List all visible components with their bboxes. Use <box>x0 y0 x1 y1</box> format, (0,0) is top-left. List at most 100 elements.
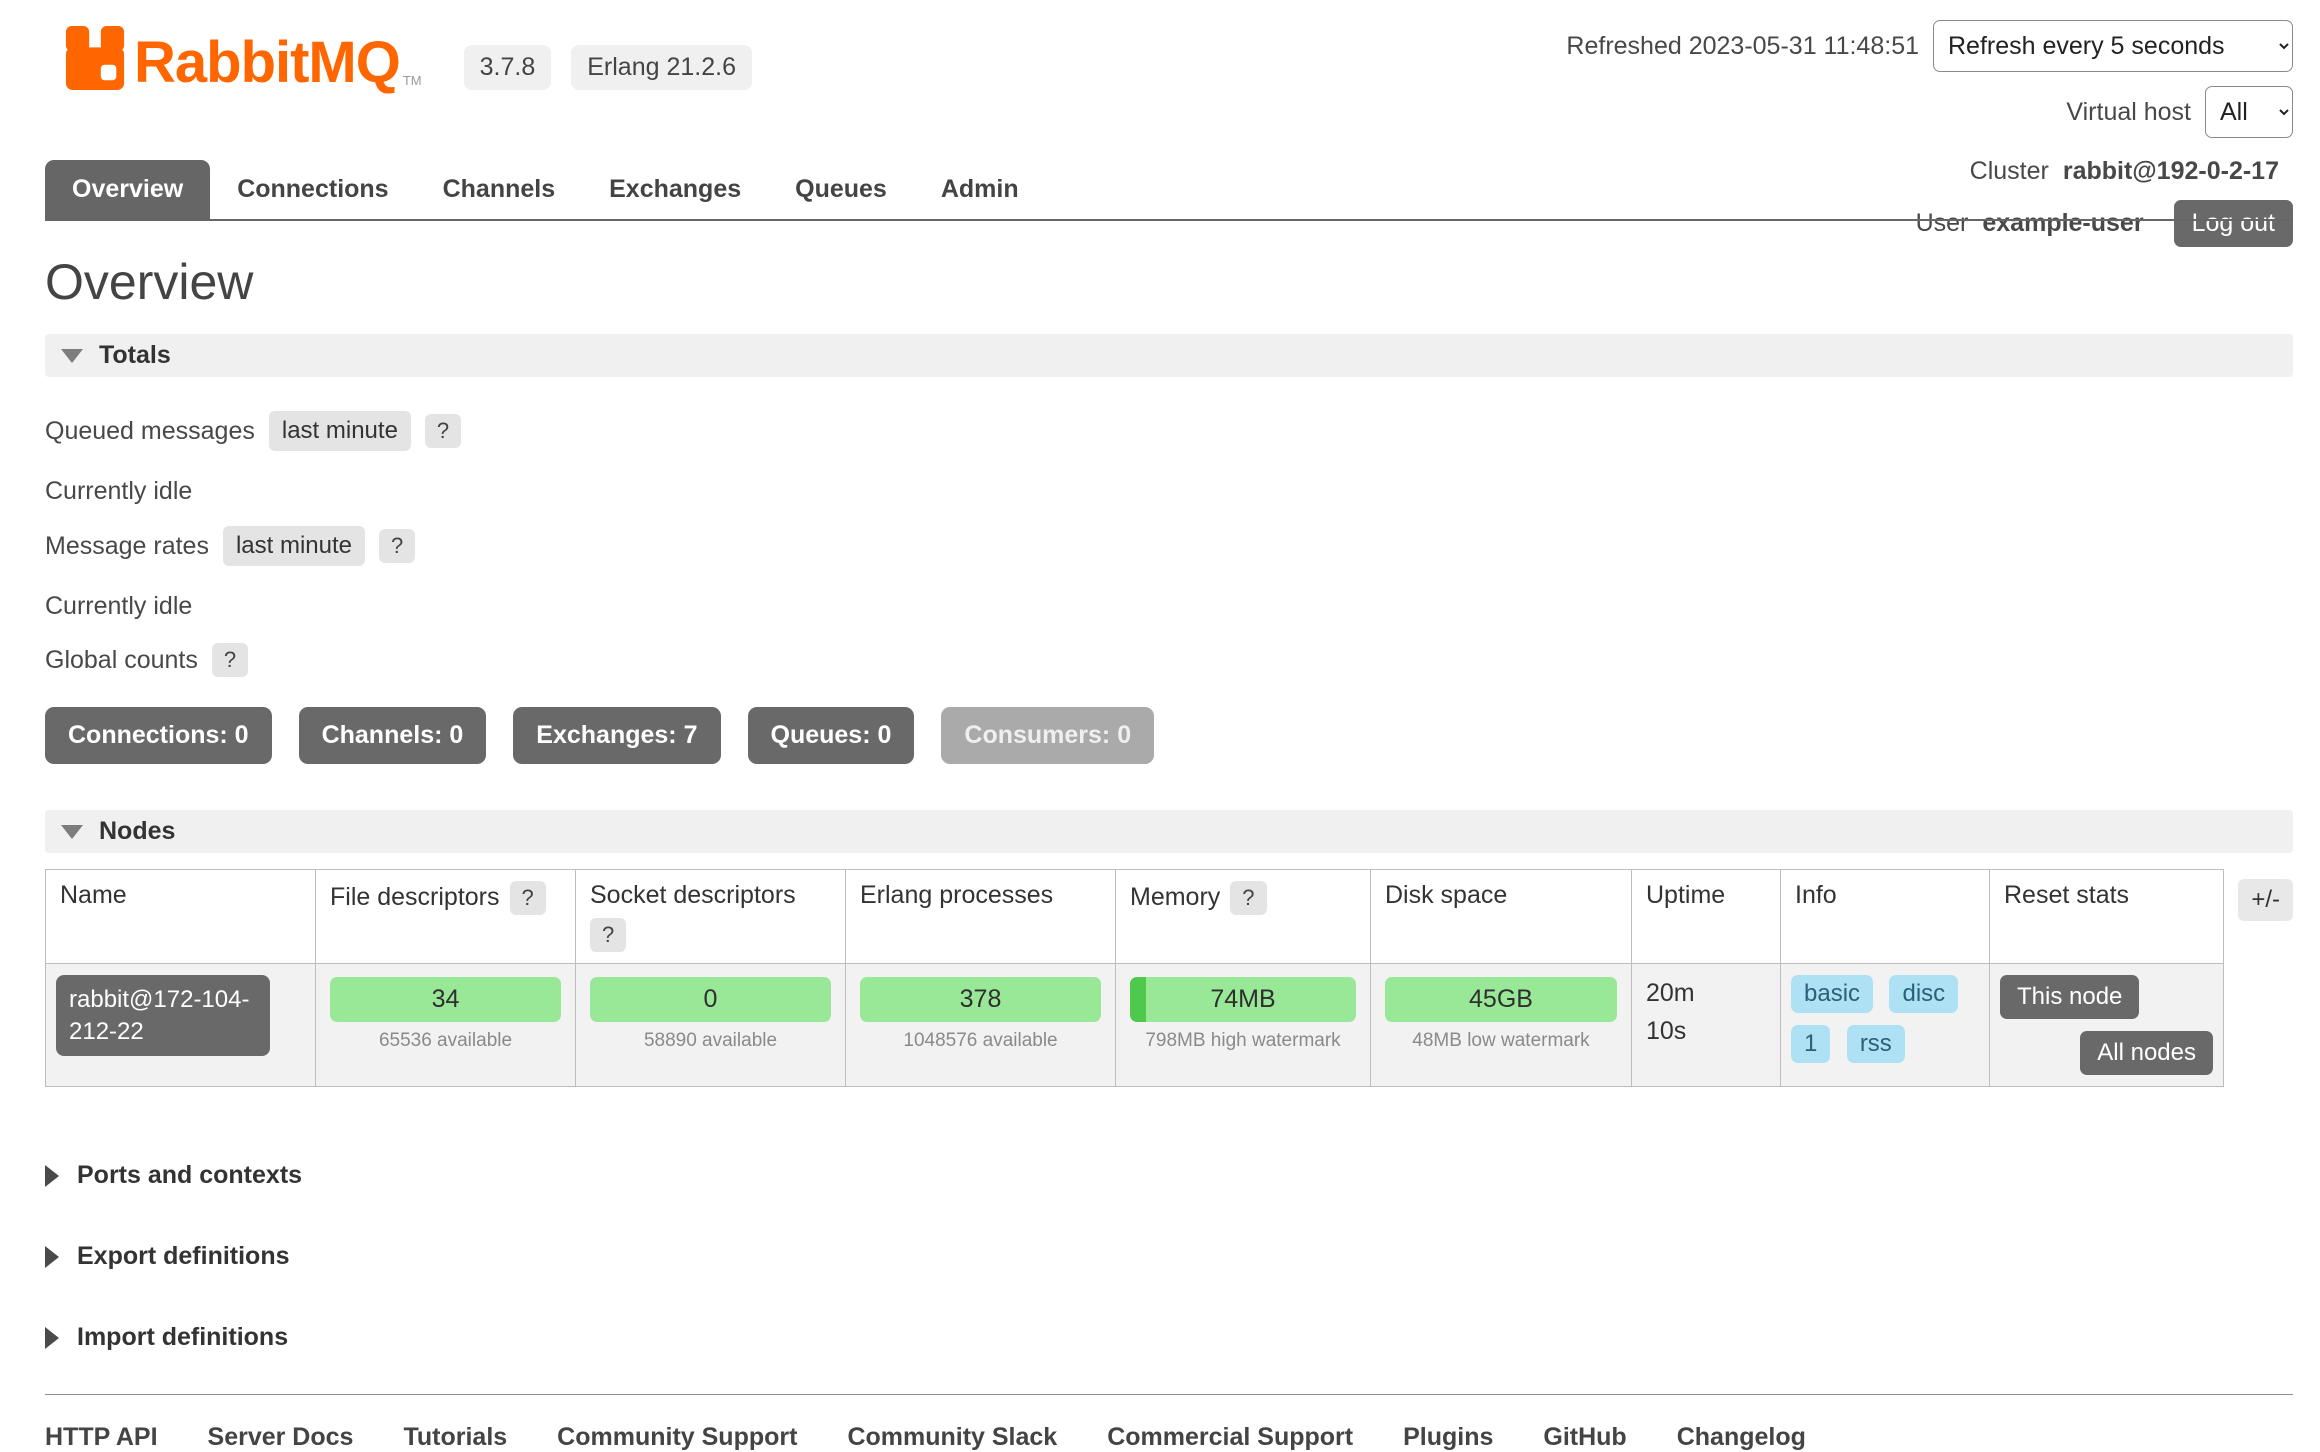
erlang-processes-note: 1048576 available <box>856 1030 1105 1052</box>
uptime-cell: 20m 10s <box>1632 964 1781 1087</box>
refresh-interval-select[interactable]: Refresh every 5 seconds <box>1933 20 2293 72</box>
col-header-disk-space: Disk space <box>1371 870 1632 964</box>
expand-arrow-icon[interactable] <box>45 1246 59 1268</box>
connections-count-badge: Connections: 0 <box>45 707 272 764</box>
message-rates-label: Message rates <box>45 532 209 561</box>
footer-link-github[interactable]: GitHub <box>1543 1423 1626 1452</box>
socket-descriptors-bar: 0 <box>590 977 831 1022</box>
socket-descriptors-note: 58890 available <box>586 1030 835 1052</box>
memory-help-icon[interactable]: ? <box>1230 881 1266 915</box>
col-header-uptime: Uptime <box>1632 870 1781 964</box>
column-toggle-button[interactable]: +/- <box>2238 879 2293 921</box>
exchanges-count-badge: Exchanges: 7 <box>513 707 720 764</box>
file-descriptors-help-icon[interactable]: ? <box>510 881 546 915</box>
queued-messages-mode-badge[interactable]: last minute <box>269 411 411 451</box>
global-counters-row: Connections: 0 Channels: 0 Exchanges: 7 … <box>45 707 2293 764</box>
import-definitions-section-header[interactable]: Import definitions <box>45 1323 2293 1352</box>
footer-links: HTTP API Server Docs Tutorials Community… <box>45 1394 2293 1452</box>
global-counts-line: Global counts ? <box>45 643 2293 677</box>
message-rates-help-icon[interactable]: ? <box>379 529 415 563</box>
tab-exchanges[interactable]: Exchanges <box>582 160 768 219</box>
message-rates-line: Message rates last minute ? <box>45 526 2293 566</box>
global-counts-help-icon[interactable]: ? <box>212 643 248 677</box>
col-header-info: Info <box>1781 870 1990 964</box>
memory-bar: 74MB <box>1130 977 1356 1022</box>
queued-messages-idle-text: Currently idle <box>45 477 2293 506</box>
file-descriptors-bar: 34 <box>330 977 561 1022</box>
tab-overview[interactable]: Overview <box>45 160 210 219</box>
message-rates-mode-badge[interactable]: last minute <box>223 526 365 566</box>
queued-messages-line: Queued messages last minute ? <box>45 411 2293 451</box>
export-definitions-section-header[interactable]: Export definitions <box>45 1242 2293 1271</box>
collapse-arrow-icon[interactable] <box>61 825 83 839</box>
collapse-arrow-icon[interactable] <box>61 349 83 363</box>
info-badge-version: 1 <box>1791 1025 1830 1063</box>
footer-link-changelog[interactable]: Changelog <box>1677 1423 1806 1452</box>
info-badge-basic: basic <box>1791 975 1873 1013</box>
rabbitmq-wordmark: RabbitMQ <box>134 34 400 92</box>
erlang-version-badge: Erlang 21.2.6 <box>571 45 752 90</box>
info-badges-line2: 1 rss <box>1791 1025 1979 1063</box>
page-title: Overview <box>45 252 2293 312</box>
col-header-name: Name <box>46 870 316 964</box>
tab-queues[interactable]: Queues <box>768 160 914 219</box>
refreshed-timestamp: Refreshed 2023-05-31 11:48:51 <box>1566 32 1919 61</box>
uptime-value: 20m 10s <box>1642 975 1722 1050</box>
queues-count-badge: Queues: 0 <box>748 707 915 764</box>
socket-descriptors-cell: 0 58890 available <box>576 964 846 1087</box>
nodes-section-header[interactable]: Nodes <box>45 810 2293 853</box>
tab-admin[interactable]: Admin <box>914 160 1046 219</box>
footer-link-tutorials[interactable]: Tutorials <box>403 1423 507 1452</box>
col-header-reset-stats: Reset stats <box>1990 870 2224 964</box>
reset-this-node-button[interactable]: This node <box>2000 975 2139 1019</box>
consumers-count-badge: Consumers: 0 <box>941 707 1154 764</box>
virtual-host-row: Virtual host All <box>2066 86 2293 138</box>
tab-channels[interactable]: Channels <box>416 160 583 219</box>
tab-connections[interactable]: Connections <box>210 160 415 219</box>
import-definitions-title: Import definitions <box>77 1323 288 1352</box>
rabbitmq-management-page: RabbitMQ TM 3.7.8 Erlang 21.2.6 Refreshe… <box>0 0 2320 1372</box>
trademark-symbol: TM <box>403 73 422 88</box>
ports-and-contexts-title: Ports and contexts <box>77 1161 302 1190</box>
socket-descriptors-help-icon[interactable]: ? <box>590 918 626 952</box>
node-row: rabbit@172-104-212-22 34 65536 available… <box>46 964 2224 1087</box>
erlang-processes-bar: 378 <box>860 977 1101 1022</box>
totals-section-header[interactable]: Totals <box>45 334 2293 377</box>
col-header-file-descriptors: File descriptors? <box>316 870 576 964</box>
virtual-host-label: Virtual host <box>2066 98 2191 127</box>
footer-link-community-support[interactable]: Community Support <box>557 1423 797 1452</box>
footer-link-http-api[interactable]: HTTP API <box>45 1423 158 1452</box>
refresh-row: Refreshed 2023-05-31 11:48:51 Refresh ev… <box>1566 20 2293 72</box>
queued-messages-help-icon[interactable]: ? <box>425 414 461 448</box>
file-descriptors-note: 65536 available <box>326 1030 565 1052</box>
footer-link-commercial-support[interactable]: Commercial Support <box>1107 1423 1353 1452</box>
col-header-socket-descriptors: Socket descriptors? <box>576 870 846 964</box>
reset-all-nodes-button[interactable]: All nodes <box>2080 1031 2213 1075</box>
expand-arrow-icon[interactable] <box>45 1327 59 1349</box>
info-badge-rss: rss <box>1847 1025 1905 1063</box>
disk-space-bar: 45GB <box>1385 977 1617 1022</box>
queued-messages-label: Queued messages <box>45 417 255 446</box>
nodes-table: Name File descriptors? Socket descriptor… <box>45 869 2224 1087</box>
footer-link-plugins[interactable]: Plugins <box>1403 1423 1493 1452</box>
file-descriptors-cell: 34 65536 available <box>316 964 576 1087</box>
export-definitions-title: Export definitions <box>77 1242 290 1271</box>
info-cell: basic disc 1 rss <box>1781 964 1990 1087</box>
message-rates-idle-text: Currently idle <box>45 592 2293 621</box>
logo-row: RabbitMQ TM 3.7.8 Erlang 21.2.6 <box>64 24 772 92</box>
expand-arrow-icon[interactable] <box>45 1165 59 1187</box>
memory-note: 798MB high watermark <box>1126 1030 1360 1052</box>
channels-count-badge: Channels: 0 <box>299 707 487 764</box>
erlang-processes-cell: 378 1048576 available <box>846 964 1116 1087</box>
footer-link-community-slack[interactable]: Community Slack <box>847 1423 1057 1452</box>
footer-link-server-docs[interactable]: Server Docs <box>208 1423 354 1452</box>
nodes-table-header-row: Name File descriptors? Socket descriptor… <box>46 870 2224 964</box>
rabbitmq-logo-icon <box>64 24 126 92</box>
ports-and-contexts-section-header[interactable]: Ports and contexts <box>45 1161 2293 1190</box>
info-badges-line1: basic disc <box>1791 975 1979 1013</box>
col-header-memory: Memory? <box>1116 870 1371 964</box>
col-header-erlang-processes: Erlang processes <box>846 870 1116 964</box>
rabbitmq-version-badge: 3.7.8 <box>464 45 552 90</box>
virtual-host-select[interactable]: All <box>2205 86 2293 138</box>
header-right: Refreshed 2023-05-31 11:48:51 Refresh ev… <box>1566 20 2293 261</box>
